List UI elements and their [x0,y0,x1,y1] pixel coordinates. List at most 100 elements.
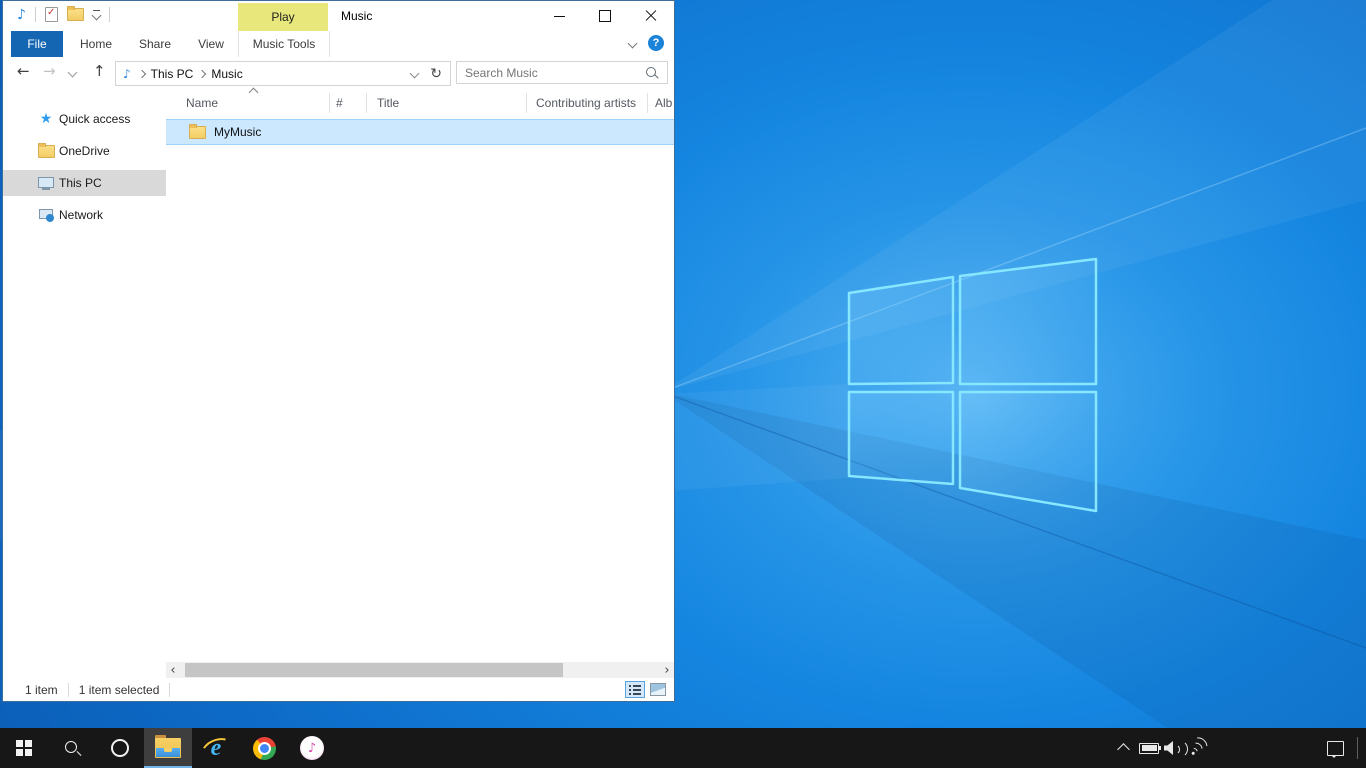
details-view-button[interactable] [625,681,645,698]
cortana-button[interactable] [96,728,144,768]
minimize-icon [554,16,565,17]
separator [68,683,69,697]
taskbar-search-button[interactable] [48,728,96,768]
file-explorer-window: ♪ ✓ Play Music File Home Share View Musi… [2,0,675,702]
action-center-button[interactable] [1320,728,1350,768]
tab-file[interactable]: File [11,31,63,57]
notification-bubble-icon [1327,741,1344,756]
computer-icon [38,177,54,190]
taskbar: e ♪ [0,728,1366,768]
contextual-tab-play[interactable]: Play [238,3,328,31]
status-bar: 1 item 1 item selected [3,678,674,701]
battery-status-icon[interactable] [1136,728,1162,768]
internet-explorer-icon: e [202,735,230,761]
sidebar-item-label: Quick access [59,112,130,126]
maximize-icon [599,10,611,22]
start-button[interactable] [0,728,48,768]
column-header-album[interactable]: Alb [655,96,672,110]
tab-home[interactable]: Home [69,31,123,57]
cortana-circle-icon [111,739,129,757]
new-folder-icon[interactable] [67,8,84,21]
file-row-mymusic[interactable]: MyMusic [166,119,674,145]
details-view-icon [629,685,641,695]
scroll-left-arrow-icon[interactable]: ‹ [166,662,180,678]
back-button[interactable]: ← [17,64,30,79]
column-separator[interactable] [526,93,527,113]
sort-ascending-icon [249,88,259,98]
column-separator[interactable] [647,93,648,113]
chrome-icon [253,737,276,760]
speaker-icon [1164,741,1182,755]
sidebar-item-quick-access[interactable]: ★ Quick access [3,106,166,132]
sidebar-item-label: OneDrive [59,144,110,158]
show-desktop-button[interactable] [1357,737,1358,759]
forward-button[interactable]: → [43,64,56,79]
items-count: 1 item [25,683,58,697]
show-hidden-icons-button[interactable] [1110,728,1136,768]
sidebar-item-label: This PC [59,176,102,190]
ribbon-tabs: File Home Share View Music Tools ? [3,31,674,58]
search-input[interactable]: Search Music [456,61,668,84]
column-header-contributing-artists[interactable]: Contributing artists [536,96,636,110]
taskbar-chrome-button[interactable] [240,728,288,768]
large-icons-view-button[interactable] [648,681,668,698]
help-icon[interactable]: ? [648,35,664,51]
properties-icon[interactable]: ✓ [45,7,58,22]
itunes-icon: ♪ [300,736,324,760]
quick-access-toolbar: ♪ ✓ [17,7,110,22]
sidebar-item-label: Network [59,208,103,222]
horizontal-scrollbar[interactable]: ‹ › [166,662,674,678]
breadcrumb-music[interactable]: Music [205,67,248,81]
close-button[interactable] [628,1,674,31]
refresh-icon[interactable]: ↻ [430,66,442,82]
taskbar-itunes-button[interactable]: ♪ [288,728,336,768]
search-icon [64,740,81,757]
battery-icon [1139,743,1159,754]
wifi-icon [1185,736,1209,760]
thumbnail-view-icon [650,683,666,696]
column-separator[interactable] [329,93,330,113]
file-explorer-icon [155,738,181,758]
search-icon[interactable] [645,66,659,80]
navigation-pane: ★ Quick access OneDrive This PC Network [3,88,166,678]
scrollbar-thumb[interactable] [185,663,563,677]
minimize-button[interactable] [536,1,582,31]
recent-locations-chevron-icon[interactable] [68,68,78,78]
separator [35,7,36,22]
sidebar-item-onedrive[interactable]: OneDrive [3,138,166,164]
separator [109,7,110,22]
column-header-number[interactable]: # [336,96,343,110]
music-note-icon: ♪ [17,8,26,22]
tab-view[interactable]: View [185,31,237,57]
music-note-icon: ♪ [123,67,131,81]
column-separator[interactable] [366,93,367,113]
sidebar-item-network[interactable]: Network [3,202,166,228]
search-placeholder: Search Music [465,66,538,80]
maximize-button[interactable] [582,1,628,31]
file-list: Name # Title Contributing artists Alb My… [166,88,674,678]
windows-logo-icon [16,740,32,756]
address-bar[interactable]: ♪ This PC Music ↻ [115,61,451,86]
title-bar: ♪ ✓ Play Music [3,1,674,31]
breadcrumb-this-pc[interactable]: This PC [145,67,200,81]
taskbar-file-explorer-button[interactable] [144,728,192,768]
close-icon [645,10,657,22]
network-button[interactable] [1184,728,1210,768]
column-header-title[interactable]: Title [377,96,399,110]
scroll-right-arrow-icon[interactable]: › [660,662,674,678]
tab-music-tools[interactable]: Music Tools [238,31,330,57]
file-name: MyMusic [214,125,261,139]
column-header-name[interactable]: Name [186,96,218,110]
address-dropdown-chevron-icon[interactable] [410,69,420,79]
window-title: Music [341,9,372,23]
network-icon [38,209,54,222]
folder-icon [38,145,55,158]
taskbar-internet-explorer-button[interactable]: e [192,728,240,768]
volume-button[interactable] [1160,728,1186,768]
customize-qat-dropdown-icon[interactable] [93,10,100,19]
tab-share[interactable]: Share [129,31,181,57]
expand-ribbon-chevron-icon[interactable] [628,38,638,48]
navigation-toolbar: ← → ↑ ♪ This PC Music ↻ Search Music [3,57,674,89]
up-button[interactable]: ↑ [93,64,106,79]
sidebar-item-this-pc[interactable]: This PC [3,170,166,196]
